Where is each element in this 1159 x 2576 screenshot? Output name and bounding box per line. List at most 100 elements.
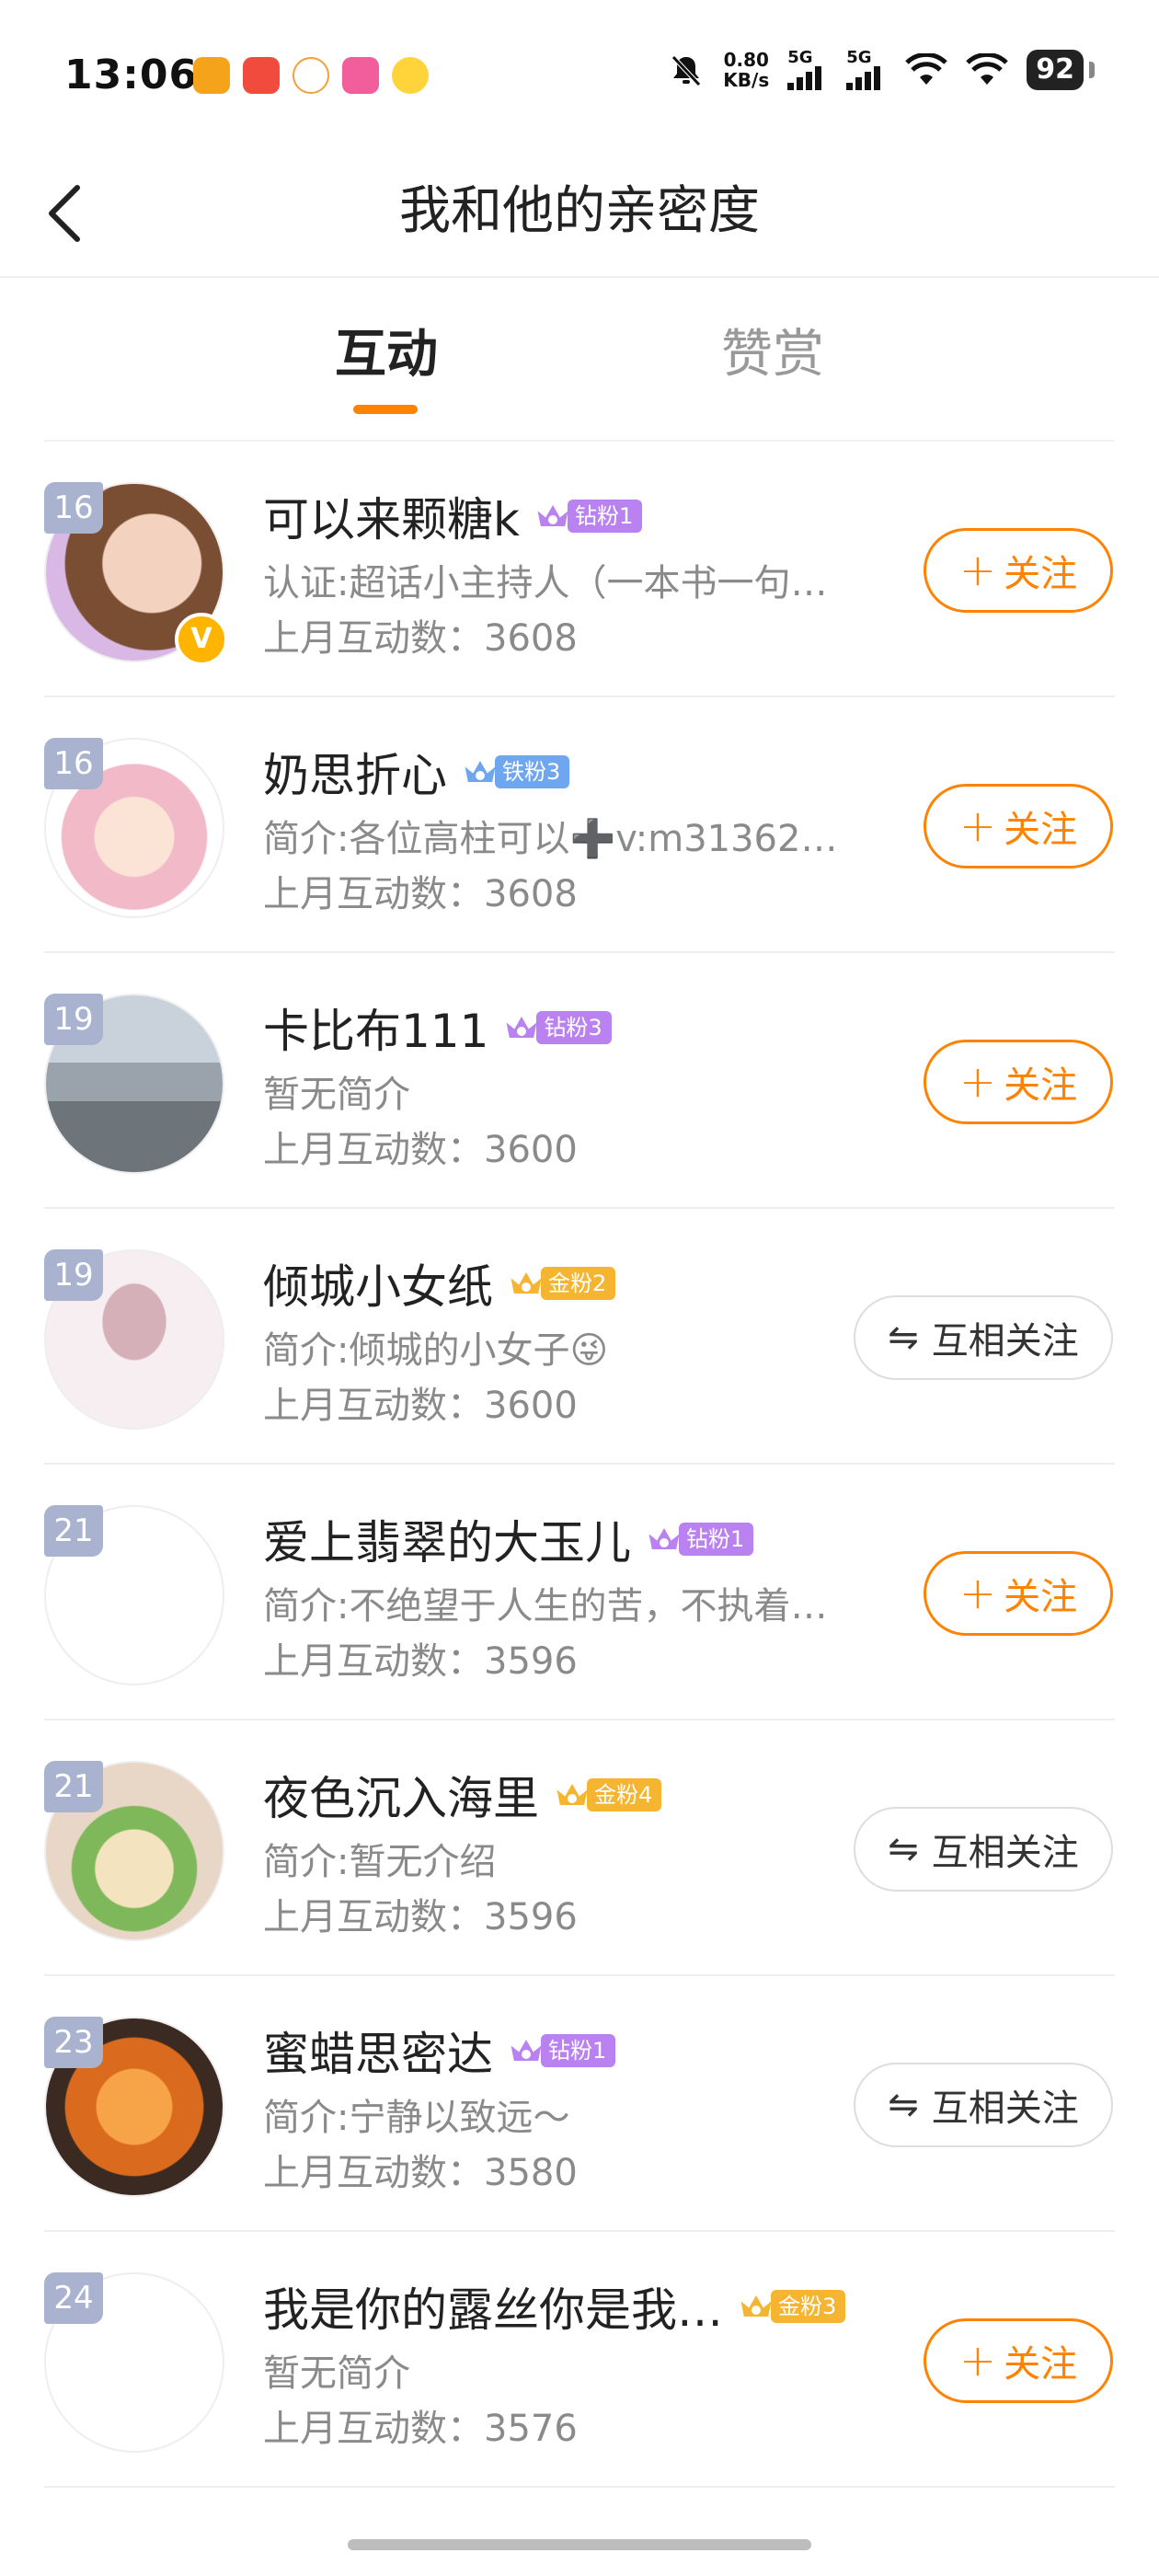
fan-level-label: 金粉2 bbox=[541, 1267, 616, 1300]
name-line: 可以来颗糖k 钻粉1 bbox=[263, 483, 643, 549]
fan-level-label: 金粉4 bbox=[587, 1778, 662, 1811]
net-speed-value: 0.80 bbox=[723, 49, 769, 71]
mutual-follow-label: 互相关注 bbox=[931, 1832, 1079, 1874]
mutual-follow-button[interactable]: ⇋ 互相关注 bbox=[854, 2063, 1113, 2147]
list-item[interactable]: 16 奶思折心 铁粉3 简介:各位高柱可以➕v:m3136205… 上月互动数：3608… bbox=[0, 697, 1159, 953]
user-description: 暂无简介 bbox=[263, 2352, 410, 2395]
swap-arrows-icon: ⇋ bbox=[888, 1828, 919, 1870]
fan-level-label: 钻粉1 bbox=[541, 2034, 616, 2067]
rank-badge: 21 bbox=[44, 1761, 103, 1812]
user-name[interactable]: 我是你的露丝你是我… bbox=[263, 2273, 723, 2340]
tab-bar: 互动 赞赏 bbox=[0, 276, 1159, 442]
user-description: 简介:暂无介绍 bbox=[263, 1841, 497, 1883]
interaction-count: 上月互动数：3580 bbox=[263, 2152, 578, 2194]
follow-button-label: 关注 bbox=[1004, 2343, 1078, 2386]
interaction-count: 上月互动数：3608 bbox=[263, 873, 578, 915]
user-name[interactable]: 爱上翡翠的大玉儿 bbox=[263, 1506, 631, 1572]
mutual-follow-button[interactable]: ⇋ 互相关注 bbox=[854, 1807, 1113, 1892]
interaction-count: 上月互动数：3600 bbox=[263, 1385, 578, 1427]
follow-button[interactable]: + 关注 bbox=[924, 784, 1113, 868]
rank-badge: 16 bbox=[44, 738, 103, 789]
fan-level-badge: 钻粉1 bbox=[644, 1520, 754, 1558]
user-name[interactable]: 倾城小女纸 bbox=[263, 1250, 493, 1317]
list-item[interactable]: 21 爱上翡翠的大玉儿 钻粉1 简介:不绝望于人生的苦，不执着… 上月互动数：3596 +… bbox=[0, 1465, 1159, 1720]
user-name[interactable]: 奶思折心 bbox=[263, 739, 447, 805]
user-description: 简介:倾城的小女子😜 bbox=[263, 1329, 609, 1372]
active-tab-indicator bbox=[353, 405, 418, 414]
user-description: 简介:宁静以致远～ bbox=[263, 2097, 570, 2139]
user-description: 简介:各位高柱可以➕v:m3136205… bbox=[263, 818, 852, 860]
interaction-count: 上月互动数：3596 bbox=[263, 1896, 578, 1938]
interaction-count: 上月互动数：3608 bbox=[263, 617, 578, 660]
home-indicator[interactable] bbox=[348, 2539, 811, 2550]
list-item[interactable]: 24 我是你的露丝你是我… 金粉3 暂无简介 上月互动数：3576 + 关注 bbox=[0, 2232, 1159, 2488]
signal-bars-icon bbox=[846, 66, 881, 90]
rank-badge: 19 bbox=[44, 1249, 103, 1301]
plus-icon: + bbox=[958, 2335, 997, 2386]
name-line: 爱上翡翠的大玉儿 钻粉1 bbox=[263, 1506, 754, 1572]
mutual-follow-label: 互相关注 bbox=[931, 1320, 1079, 1363]
signal-2-label: 5G bbox=[846, 48, 872, 67]
user-name[interactable]: 可以来颗糖k bbox=[263, 483, 520, 549]
mutual-follow-button[interactable]: ⇋ 互相关注 bbox=[854, 1295, 1113, 1380]
swap-arrows-icon: ⇋ bbox=[888, 2084, 919, 2126]
interaction-count: 上月互动数：3600 bbox=[263, 1129, 578, 1171]
user-name[interactable]: 夜色沉入海里 bbox=[263, 1762, 539, 1828]
fan-level-label: 钻粉1 bbox=[567, 500, 643, 533]
app-notification-icon bbox=[342, 57, 379, 94]
name-line: 夜色沉入海里 金粉4 bbox=[263, 1762, 662, 1828]
list-item[interactable]: 23 蜜蜡思密达 钻粉1 简介:宁静以致远～ 上月互动数：3580 ⇋ 互相关注 bbox=[0, 1976, 1159, 2232]
fan-level-label: 钻粉3 bbox=[536, 1011, 612, 1044]
fan-level-badge: 钻粉3 bbox=[501, 1008, 612, 1047]
system-icons: 0.80 KB/s 5G 5G 92 bbox=[668, 50, 1095, 90]
page-header: 我和他的亲密度 bbox=[0, 147, 1159, 278]
follow-button[interactable]: + 关注 bbox=[924, 1040, 1113, 1124]
status-bar: 13:06 0.80 KB/s 5G 5G 92 bbox=[0, 0, 1159, 147]
list-item[interactable]: 19 卡比布111 钻粉3 暂无简介上月互动数：3600 + 关注 bbox=[0, 953, 1159, 1209]
list-item[interactable]: 21 夜色沉入海里 金粉4 简介:暂无介绍上月互动数：3596 ⇋ 互相关注 bbox=[0, 1720, 1159, 1976]
tab-interaction[interactable]: 互动 bbox=[335, 313, 438, 387]
net-speed: 0.80 KB/s bbox=[723, 50, 769, 90]
app-notification-icon bbox=[392, 57, 429, 94]
fan-level-badge: 钻粉1 bbox=[506, 2031, 616, 2070]
follow-button-label: 关注 bbox=[1004, 553, 1078, 595]
follow-button[interactable]: + 关注 bbox=[924, 1551, 1113, 1636]
name-line: 蜜蜡思密达 钻粉1 bbox=[263, 2018, 616, 2084]
follow-button-label: 关注 bbox=[1004, 1576, 1078, 1618]
battery-level: 92 bbox=[1027, 50, 1084, 90]
app-notification-icon bbox=[243, 57, 280, 94]
rank-badge: 23 bbox=[44, 2017, 103, 2068]
app-notification-icon bbox=[293, 57, 329, 94]
plus-icon: + bbox=[958, 800, 997, 852]
fan-level-badge: 金粉3 bbox=[736, 2287, 846, 2326]
fan-level-badge: 钻粉1 bbox=[533, 497, 643, 535]
fan-level-badge: 铁粉3 bbox=[460, 753, 570, 791]
user-name[interactable]: 卡比布111 bbox=[263, 995, 488, 1061]
divider bbox=[44, 2486, 1115, 2488]
user-description: 简介:不绝望于人生的苦，不执着… bbox=[263, 1585, 828, 1627]
signal-2: 5G bbox=[846, 50, 887, 90]
signal-bars-icon bbox=[787, 66, 822, 90]
silent-bell-icon bbox=[671, 55, 702, 86]
fan-level-label: 金粉3 bbox=[771, 2290, 846, 2323]
tab-appreciation[interactable]: 赞赏 bbox=[721, 313, 824, 387]
name-line: 卡比布111 钻粉3 bbox=[263, 995, 612, 1060]
list-item[interactable]: 16 V 可以来颗糖k 钻粉1 认证:超话小主持人（一本书一句… 上月互动数：3608 + 关… bbox=[0, 442, 1159, 697]
status-time: 13:06 bbox=[64, 52, 199, 98]
swap-arrows-icon: ⇋ bbox=[888, 1317, 919, 1359]
follow-button-label: 关注 bbox=[1004, 1064, 1078, 1107]
fan-level-label: 铁粉3 bbox=[495, 755, 570, 788]
user-description: 暂无简介 bbox=[263, 1074, 410, 1116]
fan-level-label: 钻粉1 bbox=[679, 1523, 754, 1556]
follow-button[interactable]: + 关注 bbox=[924, 2318, 1113, 2403]
signal-1-label: 5G bbox=[787, 48, 813, 67]
list-item[interactable]: 19 倾城小女纸 金粉2 简介:倾城的小女子😜 上月互动数：3600 ⇋ 互相关注 bbox=[0, 1209, 1159, 1465]
rank-badge: 21 bbox=[44, 1505, 103, 1557]
rank-badge: 19 bbox=[44, 994, 103, 1045]
rank-badge: 16 bbox=[44, 482, 103, 534]
user-name[interactable]: 蜜蜡思密达 bbox=[263, 2018, 493, 2084]
user-list: 16 V 可以来颗糖k 钻粉1 认证:超话小主持人（一本书一句… 上月互动数：3608 + 关… bbox=[0, 442, 1159, 2488]
page-title: 我和他的亲密度 bbox=[399, 181, 760, 241]
follow-button[interactable]: + 关注 bbox=[924, 528, 1113, 613]
notification-app-icons bbox=[193, 57, 429, 94]
